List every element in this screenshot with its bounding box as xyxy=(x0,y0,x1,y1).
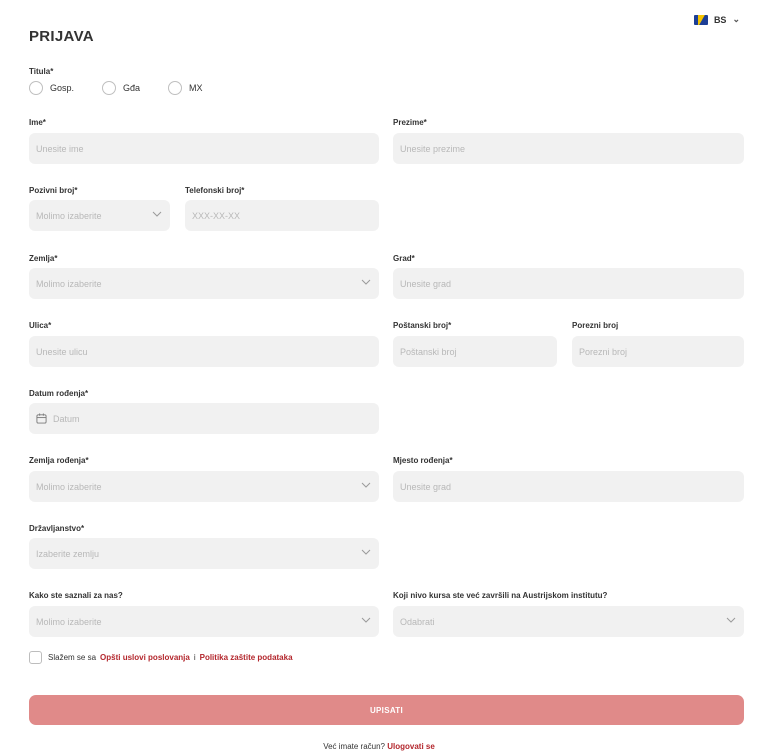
chevron-down-icon xyxy=(152,210,162,218)
chevron-down-icon xyxy=(361,481,371,489)
street-placeholder: Unesite ulicu xyxy=(36,346,88,357)
citizenship-label: Državljanstvo* xyxy=(29,524,85,533)
terms-checkbox[interactable] xyxy=(29,651,42,664)
terms-link[interactable]: Opšti uslovi poslovanja xyxy=(100,653,190,662)
referral-label: Kako ste saznali za nas? xyxy=(29,591,123,600)
birth-date-label: Datum rođenja* xyxy=(29,389,89,398)
terms-agreement: Slažem se sa Opšti uslovi poslovanja i P… xyxy=(29,651,293,664)
city-placeholder: Unesite grad xyxy=(400,278,452,289)
tax-number-label: Porezni broj xyxy=(572,321,619,330)
course-level-placeholder: Odabrati xyxy=(400,616,435,627)
login-prompt-text: Već imate račun? xyxy=(323,742,385,751)
dial-code-placeholder: Molimo izaberite xyxy=(36,210,102,221)
title-label: Titula* xyxy=(29,67,54,76)
city-input[interactable]: Unesite grad xyxy=(393,268,744,299)
country-label: Zemlja* xyxy=(29,254,58,263)
phone-placeholder: XXX-XX-XX xyxy=(192,210,241,221)
street-label: Ulica* xyxy=(29,321,52,330)
citizenship-placeholder: Izaberite zemlju xyxy=(36,548,100,559)
postal-code-label: Poštanski broj* xyxy=(393,321,452,330)
first-name-label: Ime* xyxy=(29,118,46,127)
chevron-down-icon xyxy=(726,616,736,624)
login-prompt: Već imate račun? Ulogovati se xyxy=(0,742,758,751)
radio-icon[interactable] xyxy=(168,81,183,95)
course-level-select[interactable]: Odabrati xyxy=(393,606,744,637)
birth-country-select[interactable]: Molimo izaberite xyxy=(29,471,379,502)
phone-input[interactable]: XXX-XX-XX xyxy=(185,200,379,231)
referral-placeholder: Molimo izaberite xyxy=(36,616,102,627)
birth-place-label: Mjesto rođenja* xyxy=(393,456,453,465)
title-option-label: Gđa xyxy=(123,83,141,93)
course-level-label: Koji nivo kursa ste već završili na Aust… xyxy=(393,591,608,600)
title-option-mx[interactable]: MX xyxy=(168,81,203,95)
country-placeholder: Molimo izaberite xyxy=(36,278,102,289)
privacy-link[interactable]: Politika zaštite podataka xyxy=(200,653,293,662)
first-name-placeholder: Unesite ime xyxy=(36,143,84,154)
login-link[interactable]: Ulogovati se xyxy=(387,742,435,751)
chevron-down-icon xyxy=(361,278,371,286)
postal-code-placeholder: Poštanski broj xyxy=(400,346,457,357)
chevron-down-icon xyxy=(361,548,371,556)
radio-icon[interactable] xyxy=(102,81,117,95)
title-option-mrs[interactable]: Gđa xyxy=(102,81,140,95)
radio-icon[interactable] xyxy=(29,81,43,95)
calendar-icon xyxy=(36,413,47,424)
chevron-down-icon: ⌄ xyxy=(732,14,740,24)
birth-date-placeholder: Datum xyxy=(53,413,80,424)
title-option-label: MX xyxy=(189,83,203,93)
last-name-input[interactable]: Unesite prezime xyxy=(393,133,744,164)
postal-code-input[interactable]: Poštanski broj xyxy=(393,336,557,367)
chevron-down-icon xyxy=(361,616,371,624)
birth-place-placeholder: Unesite grad xyxy=(400,481,452,492)
phone-label: Telefonski broj* xyxy=(185,186,245,195)
street-input[interactable]: Unesite ulicu xyxy=(29,336,379,367)
city-label: Grad* xyxy=(393,254,415,263)
birth-country-placeholder: Molimo izaberite xyxy=(36,481,102,492)
first-name-input[interactable]: Unesite ime xyxy=(29,133,379,164)
citizenship-select[interactable]: Izaberite zemlju xyxy=(29,538,379,569)
bosnia-flag-icon xyxy=(693,14,708,25)
agreement-separator: i xyxy=(193,653,196,662)
birth-place-input[interactable]: Unesite grad xyxy=(393,471,744,502)
birth-country-label: Zemlja rođenja* xyxy=(29,456,89,465)
submit-button[interactable]: UPISATI xyxy=(29,695,744,725)
title-option-mr[interactable]: Gosp. xyxy=(29,81,74,95)
language-code: BS xyxy=(713,14,727,25)
birth-date-input[interactable]: Datum xyxy=(29,403,379,434)
country-select[interactable]: Molimo izaberite xyxy=(29,268,379,299)
title-radio-group: Gosp. Gđa MX xyxy=(29,81,231,95)
page-title: PRIJAVA xyxy=(29,28,94,45)
tax-number-input[interactable]: Porezni broj xyxy=(572,336,744,367)
last-name-placeholder: Unesite prezime xyxy=(400,143,466,154)
last-name-label: Prezime* xyxy=(393,118,427,127)
tax-number-placeholder: Porezni broj xyxy=(579,346,628,357)
dial-code-label: Pozivni broj* xyxy=(29,186,78,195)
dial-code-select[interactable]: Molimo izaberite xyxy=(29,200,170,231)
title-option-label: Gosp. xyxy=(50,83,75,93)
agreement-prefix: Slažem se sa xyxy=(48,653,97,662)
referral-select[interactable]: Molimo izaberite xyxy=(29,606,379,637)
language-selector[interactable]: BS ⌄ xyxy=(693,14,740,25)
